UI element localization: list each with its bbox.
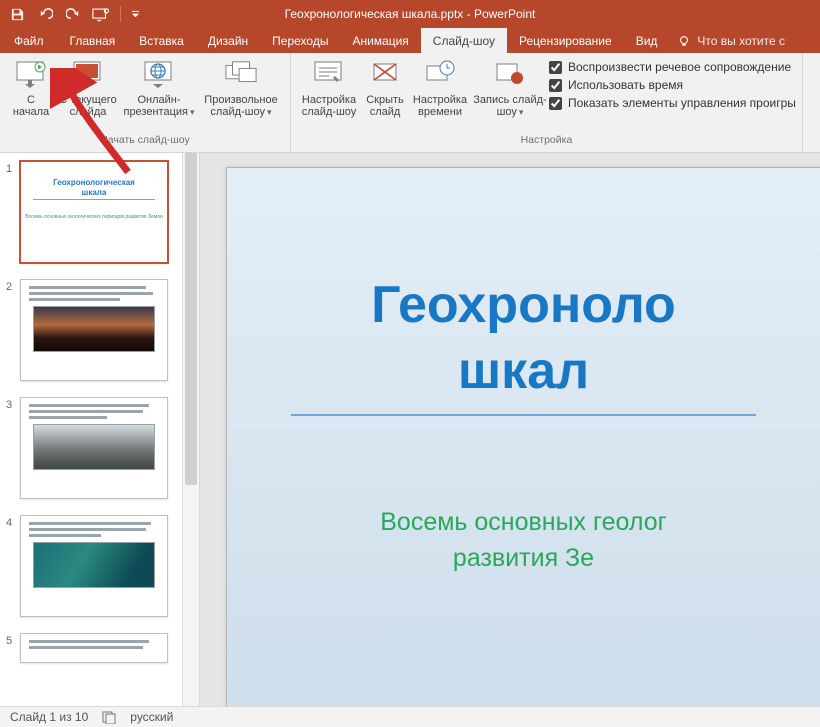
tab-design[interactable]: Дизайн: [196, 28, 260, 53]
setup-label: Настройка слайд-шоу: [302, 94, 357, 118]
slide-number: 3: [6, 397, 20, 411]
tell-me-search[interactable]: Что вы хотите с: [677, 28, 785, 53]
use-timings-checkbox[interactable]: Использовать время: [549, 78, 796, 92]
present-online-button[interactable]: Онлайн- презентация▾: [120, 57, 198, 120]
custom-show-icon: [225, 60, 257, 90]
group-label-setup: Настройка: [291, 134, 802, 152]
dropdown-arrow-icon: ▾: [519, 107, 524, 117]
checkbox-icon[interactable]: [549, 97, 562, 110]
slideshow-options: Воспроизвести речевое сопровождение Испо…: [549, 57, 796, 110]
ribbon-tabs: Файл Главная Вставка Дизайн Переходы Ани…: [0, 28, 820, 53]
from-beginning-button[interactable]: С начала: [6, 57, 56, 120]
setup-icon: [313, 60, 345, 90]
clock-icon: [425, 60, 455, 90]
hide-slide-icon: [370, 60, 400, 90]
slide-number: 2: [6, 279, 20, 293]
qat-customize-button[interactable]: [127, 3, 143, 25]
slide-thumbnail-2[interactable]: [20, 279, 168, 381]
tab-file[interactable]: Файл: [0, 28, 58, 53]
slide-canvas-area: Геохронолошкал Восемь основных геолограз…: [200, 153, 820, 706]
dropdown-arrow-icon: ▾: [190, 107, 195, 117]
custom-slideshow-button[interactable]: Произвольное слайд-шоу▾: [198, 57, 284, 120]
checkbox-icon[interactable]: [549, 61, 562, 74]
record-label: Запись слайд- шоу: [473, 94, 546, 118]
tab-slideshow[interactable]: Слайд-шоу: [421, 28, 507, 53]
tab-transitions[interactable]: Переходы: [260, 28, 340, 53]
thumbnail-row: 1 Геохронологическаяшкала Восемь основны…: [6, 161, 176, 263]
group-label-start: Начать слайд-шоу: [0, 134, 290, 152]
tab-animations[interactable]: Анимация: [340, 28, 420, 53]
setup-slideshow-button[interactable]: Настройка слайд-шоу: [297, 57, 361, 120]
rehearse-label: Настройка времени: [413, 94, 467, 118]
from-beginning-label: С начала: [13, 94, 49, 118]
slide-subtitle: Восемь основных геологразвития Зе: [227, 504, 820, 576]
rehearse-timings-button[interactable]: Настройка времени: [409, 57, 471, 120]
slide-thumbnails-panel: 1 Геохронологическаяшкала Восемь основны…: [0, 153, 200, 706]
ribbon: С начала С текущего слайда Онлайн- презе…: [0, 53, 820, 153]
notes-icon[interactable]: [102, 710, 116, 724]
save-button[interactable]: [4, 3, 30, 25]
thumbnail-row: 5: [6, 633, 176, 663]
status-slide-count[interactable]: Слайд 1 из 10: [10, 710, 88, 724]
workspace: 1 Геохронологическаяшкала Восемь основны…: [0, 153, 820, 706]
slide-thumbnail-4[interactable]: [20, 515, 168, 617]
record-icon: [495, 60, 525, 90]
quick-access-toolbar: [0, 3, 143, 25]
dropdown-arrow-icon: ▾: [267, 107, 272, 117]
presentation-current-icon: [72, 60, 104, 90]
slide-thumbnail-5[interactable]: [20, 633, 168, 663]
slide-number: 1: [6, 161, 20, 175]
slide-number: 5: [6, 633, 20, 647]
thumbnail-row: 2: [6, 279, 176, 381]
slide-title: Геохронолошкал: [227, 272, 820, 416]
hide-slide-button[interactable]: Скрыть слайд: [361, 57, 409, 120]
scrollbar-thumb[interactable]: [185, 153, 197, 485]
slide-thumbnail-3[interactable]: [20, 397, 168, 499]
thumbnail-row: 3: [6, 397, 176, 499]
globe-presentation-icon: [143, 60, 175, 90]
undo-button[interactable]: [32, 3, 58, 25]
slide-thumbnail-1[interactable]: Геохронологическаяшкала Восемь основных …: [20, 161, 168, 263]
from-current-label: С текущего слайда: [59, 94, 116, 118]
slide-number: 4: [6, 515, 20, 529]
title-bar: Геохронологическая шкала.pptx - PowerPoi…: [0, 0, 820, 28]
tab-view[interactable]: Вид: [624, 28, 670, 53]
presentation-play-icon: [15, 60, 47, 90]
play-narrations-checkbox[interactable]: Воспроизвести речевое сопровождение: [549, 60, 796, 74]
qat-separator: [120, 6, 121, 22]
present-online-label: Онлайн- презентация: [123, 94, 188, 118]
status-bar: Слайд 1 из 10 русский: [0, 706, 820, 727]
checkbox-icon[interactable]: [549, 79, 562, 92]
tell-me-label: Что вы хотите с: [697, 34, 785, 48]
group-start-slideshow: С начала С текущего слайда Онлайн- презе…: [0, 53, 291, 152]
from-current-button[interactable]: С текущего слайда: [56, 57, 120, 120]
thumbnails-scrollbar[interactable]: [182, 153, 199, 706]
thumbnail-row: 4: [6, 515, 176, 617]
record-slideshow-button[interactable]: Запись слайд- шоу▾: [471, 57, 549, 120]
show-media-controls-checkbox[interactable]: Показать элементы управления проигры: [549, 96, 796, 110]
lightbulb-icon: [677, 34, 691, 48]
group-setup: Настройка слайд-шоу Скрыть слайд Настрой…: [291, 53, 803, 152]
redo-button[interactable]: [60, 3, 86, 25]
start-from-beginning-button[interactable]: [88, 3, 114, 25]
tab-home[interactable]: Главная: [58, 28, 128, 53]
tab-review[interactable]: Рецензирование: [507, 28, 624, 53]
tab-insert[interactable]: Вставка: [127, 28, 196, 53]
status-language[interactable]: русский: [130, 710, 173, 724]
hide-label: Скрыть слайд: [366, 94, 404, 118]
slide-main[interactable]: Геохронолошкал Восемь основных геолограз…: [226, 167, 820, 706]
